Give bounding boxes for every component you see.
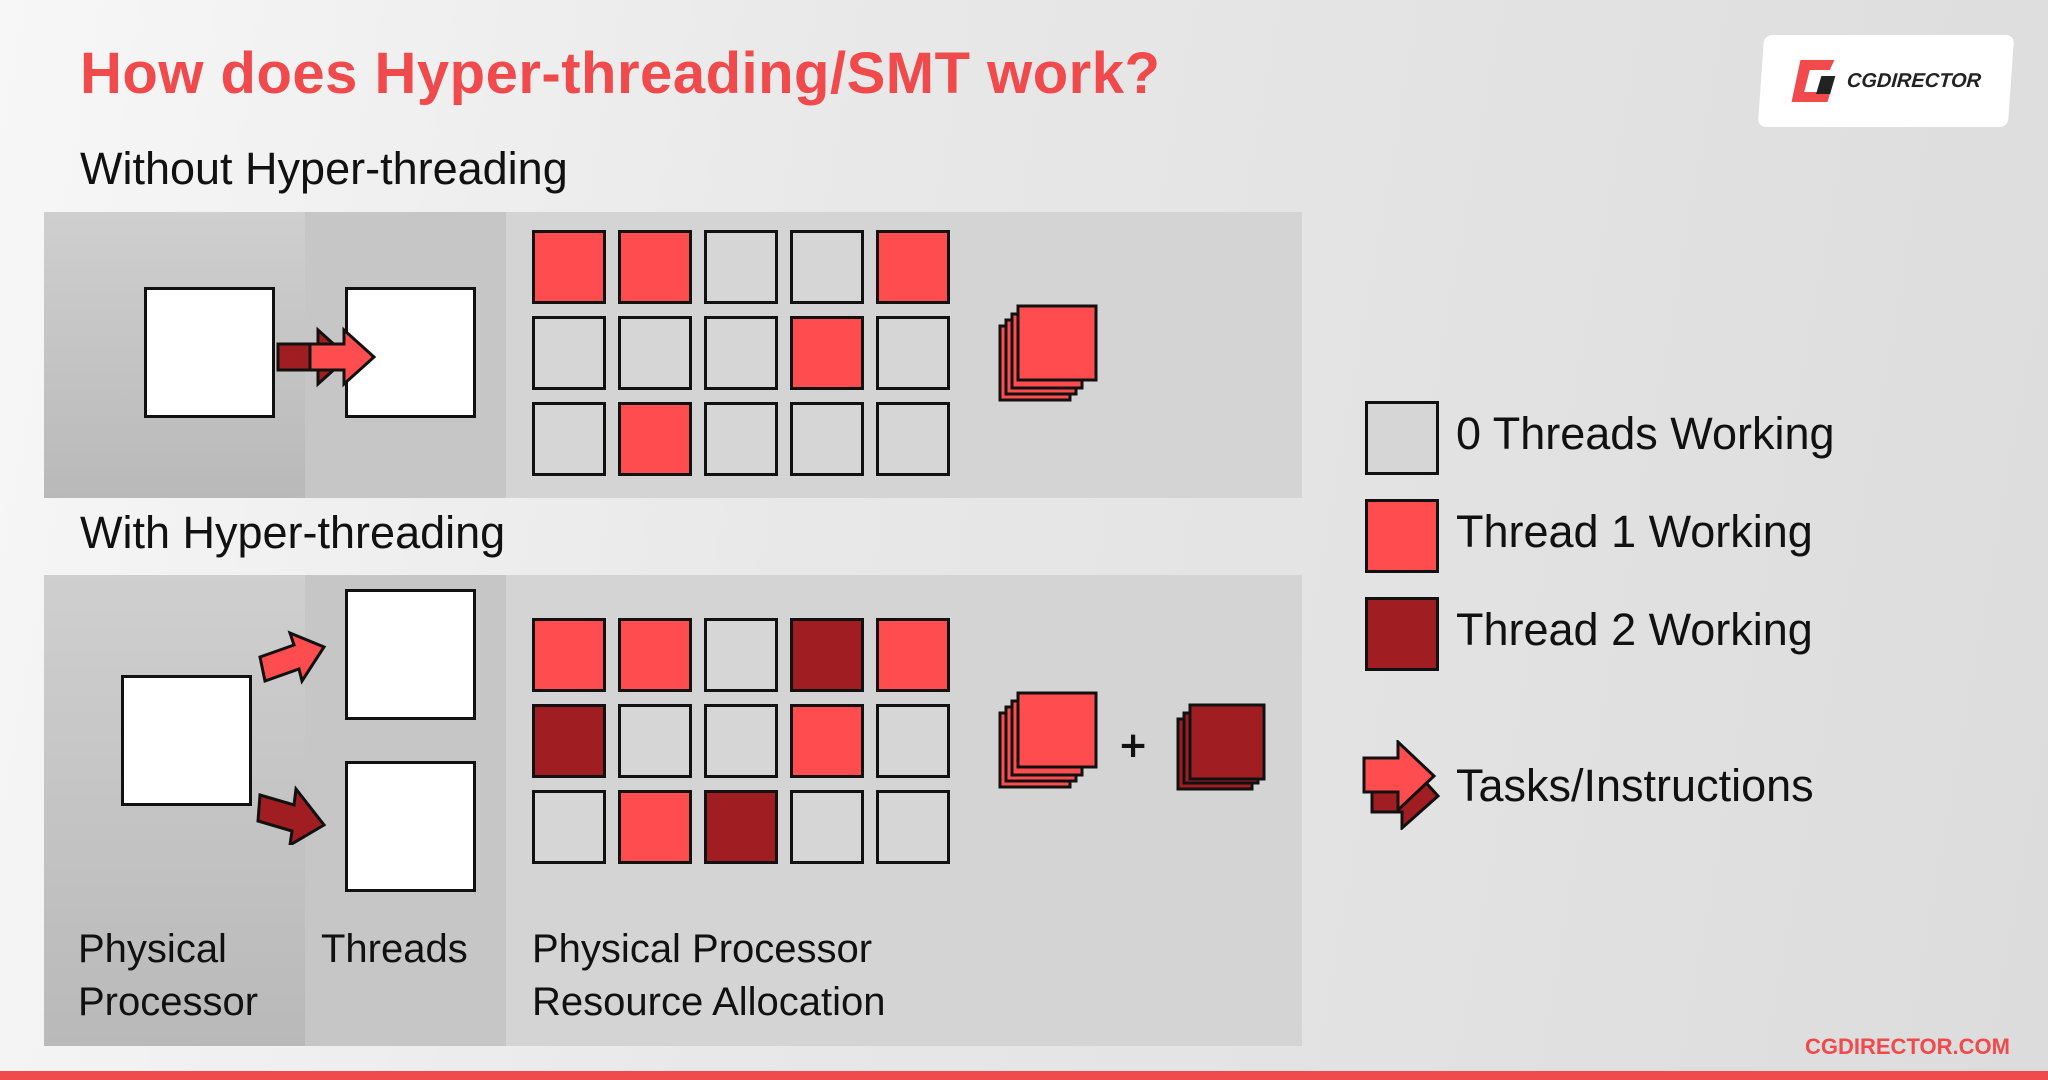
- legend-label-0: 0 Threads Working: [1456, 408, 1835, 459]
- footer-site: CGDIRECTOR.COM: [1805, 1034, 2010, 1059]
- legend-swatch-empty: [1365, 401, 1439, 475]
- thread2-arrow-icon: [256, 785, 327, 845]
- thread1-arrow-icon: [258, 630, 327, 685]
- cell-thread1: [618, 230, 692, 304]
- panel-without: [44, 212, 1302, 498]
- label-physical-processor: Physical Processor: [78, 927, 259, 1024]
- cell-thread2: [704, 790, 778, 864]
- section-without-title: Without Hyper-threading: [80, 143, 568, 194]
- cell-idle: [704, 316, 778, 390]
- legend-label-3: Tasks/Instructions: [1456, 760, 1814, 811]
- cell-idle: [704, 402, 778, 476]
- cell-idle: [876, 704, 950, 778]
- cell-thread1: [876, 618, 950, 692]
- legend-label-2: Thread 2 Working: [1456, 604, 1813, 655]
- cell-idle: [790, 402, 864, 476]
- cell-thread1: [876, 230, 950, 304]
- bottom-accent-bar: [0, 1071, 2048, 1080]
- cell-thread1: [790, 316, 864, 390]
- cell-idle: [876, 402, 950, 476]
- thread1-stack-icon: [998, 691, 1098, 789]
- cgdirector-logo: CGDIRECTOR: [1757, 35, 2015, 127]
- cell-idle: [618, 316, 692, 390]
- cell-idle: [532, 790, 606, 864]
- cell-idle: [704, 704, 778, 778]
- cell-thread1: [532, 618, 606, 692]
- cell-thread1: [618, 618, 692, 692]
- thread2-stack-icon: [1176, 703, 1266, 791]
- cell-idle: [532, 316, 606, 390]
- label-threads: Threads: [321, 927, 468, 971]
- section-with-title: With Hyper-threading: [80, 507, 506, 558]
- cell-idle: [876, 316, 950, 390]
- label-resource-allocation: Physical Processor Resource Allocation: [532, 927, 886, 1024]
- legend-arrow-icon: [1362, 740, 1441, 830]
- panel-with: + Physical Processor Threads Physical Pr…: [44, 575, 1302, 1046]
- cell-idle: [876, 790, 950, 864]
- legend-label-1: Thread 1 Working: [1456, 506, 1813, 557]
- logo-text: CGDIRECTOR: [1846, 69, 1982, 92]
- logo-icon: [1791, 60, 1836, 102]
- thread-1-box: [345, 589, 476, 720]
- cell-idle: [790, 230, 864, 304]
- legend-swatch-thread1: [1365, 499, 1439, 573]
- cell-idle: [532, 402, 606, 476]
- cell-thread2: [790, 618, 864, 692]
- task-stack-icon: [998, 304, 1098, 402]
- cell-thread1: [618, 402, 692, 476]
- cell-thread2: [532, 704, 606, 778]
- page-title: How does Hyper-threading/SMT work?: [80, 41, 1161, 106]
- task-arrows-icon: [276, 326, 377, 388]
- cell-thread1: [532, 230, 606, 304]
- legend-swatch-thread2: [1365, 597, 1439, 671]
- cell-thread1: [618, 790, 692, 864]
- physical-processor-box: [121, 675, 252, 806]
- cell-thread1: [790, 704, 864, 778]
- cell-idle: [790, 790, 864, 864]
- cell-idle: [704, 618, 778, 692]
- cell-idle: [618, 704, 692, 778]
- physical-processor-box: [144, 287, 275, 418]
- cell-idle: [704, 230, 778, 304]
- thread-2-box: [345, 761, 476, 892]
- plus-sign: +: [1118, 725, 1149, 766]
